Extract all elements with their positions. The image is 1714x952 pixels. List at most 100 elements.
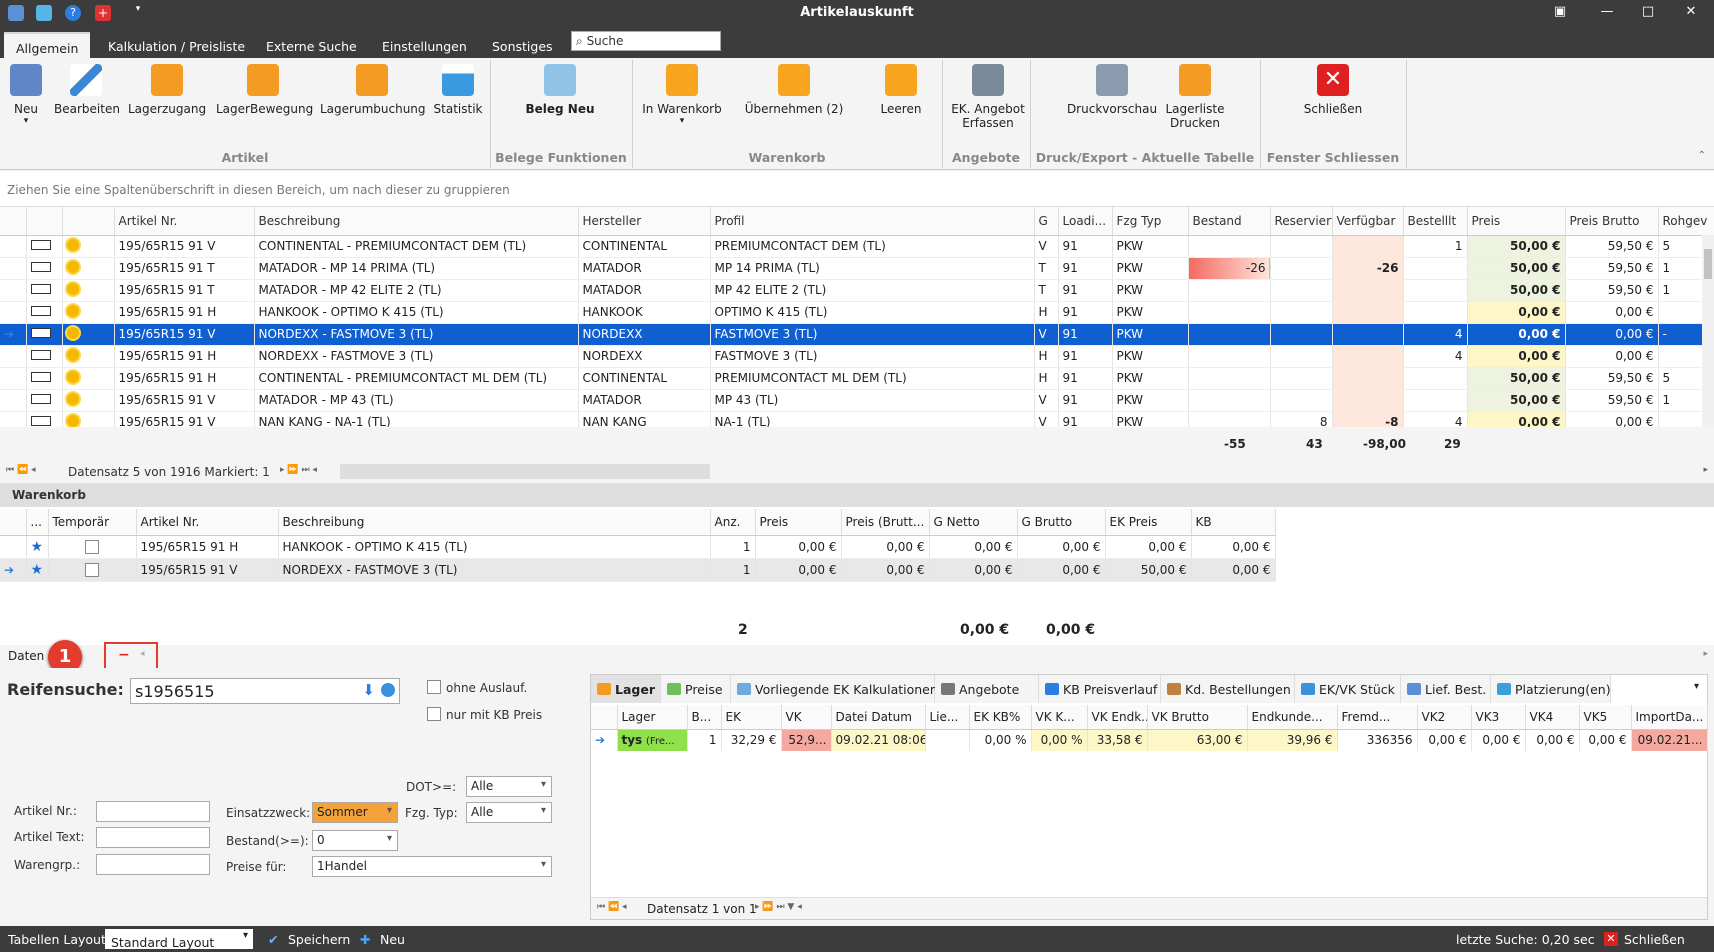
warengrp-input[interactable] [96,854,210,875]
lager-col-3[interactable]: VK [781,705,832,730]
tab-detail-2[interactable]: Vorliegende EK Kalkulationen [731,675,938,703]
lagerbewegung-button[interactable]: LagerBewegung [216,64,313,116]
table-row[interactable]: 195/65R15 91 V MATADOR - MP 43 (TL) MATADO… [0,389,1714,412]
edit-button[interactable]: Bearbeiten [54,64,120,116]
tab-detail-8[interactable]: Platzierung(en) [1491,675,1611,703]
new-button[interactable]: Neu ▾ [8,64,44,126]
statistik-button[interactable]: Statistik [432,64,484,116]
lager-col-1[interactable]: B... [687,705,722,730]
lager-col-11[interactable]: Fremd... [1337,705,1418,730]
wk-col-g-brutto[interactable]: G Brutto [1017,509,1106,536]
tab-detail-7[interactable]: Lief. Best. [1401,675,1491,703]
save-layout-button[interactable]: Speichern [288,932,350,947]
in-warenkorb-button[interactable]: In Warenkorb ▾ [642,64,722,126]
status-close-button[interactable]: Schließen [1624,932,1685,947]
col-artikel-nr[interactable]: Artikel Nr. [114,207,255,236]
row-checkbox[interactable] [26,279,63,302]
restore-layout-icon[interactable]: ▣ [1550,4,1570,19]
row-checkbox[interactable] [26,411,63,427]
tab-detail-0[interactable]: Lager [591,675,661,703]
row-checkbox[interactable] [26,389,63,412]
lagerumbuchung-button[interactable]: Lagerumbuchung [320,64,426,116]
globe-icon[interactable] [381,683,395,697]
table-row[interactable]: 195/65R15 91 H CONTINENTAL - PREMIUMCONTA… [0,367,1714,390]
col-preis-brutto[interactable]: Preis Brutto [1565,207,1659,236]
lager-col-15[interactable]: VK5 [1579,705,1632,730]
nur-kb-checkbox[interactable] [427,707,441,721]
table-row[interactable]: ➔ 195/65R15 91 V NORDEXX - FASTMOVE 3 (TL)… [0,323,1714,346]
table-row[interactable]: 195/65R15 91 H NORDEXX - FASTMOVE 3 (TL) N… [0,345,1714,368]
lager-col-4[interactable]: Datei Datum [831,705,926,730]
table-row[interactable]: 195/65R15 91 V CONTINENTAL - PREMIUMCONTA… [0,235,1714,258]
wk-col-temporaer[interactable]: Temporär [48,509,137,536]
row-checkbox[interactable] [26,235,63,258]
lager-col-12[interactable]: VK2 [1417,705,1472,730]
lager-col-7[interactable]: VK K... [1031,705,1088,730]
ek-angebot-button[interactable]: EK. Angebot Erfassen [948,64,1028,130]
maximize-icon[interactable]: □ [1638,4,1658,19]
preise-select[interactable]: 1Handel [312,856,552,877]
lager-col-9[interactable]: VK Brutto [1147,705,1248,730]
group-by-hint[interactable]: Ziehen Sie eine Spaltenüberschrift in di… [0,171,1714,207]
reifensuche-input[interactable]: s1956515 ⬇ [130,678,400,704]
minimize-icon[interactable]: — [1597,4,1617,19]
temporaer-checkbox[interactable] [48,558,137,582]
einsatz-select[interactable]: Sommer [312,802,398,823]
col-bestand[interactable]: Bestand [1188,207,1271,236]
collapse-ribbon-icon[interactable]: ⌃ [1698,150,1706,161]
wk-col-artikel-nr[interactable]: Artikel Nr. [136,509,279,536]
row-checkbox[interactable] [26,301,63,324]
table-row[interactable]: 195/65R15 91 T MATADOR - MP 14 PRIMA (TL)… [0,257,1714,280]
col-rohgewinn[interactable]: Rohgev [1658,207,1714,236]
horizontal-scrollbar[interactable] [340,464,710,479]
row-checkbox[interactable] [26,345,63,368]
table-row[interactable]: ➔ ★ 195/65R15 91 V NORDEXX - FASTMOVE 3 (TL… [0,558,1276,582]
tab-sonstiges[interactable]: Sonstiges [480,32,565,58]
tab-detail-1[interactable]: Preise [661,675,731,703]
artikeltext-input[interactable] [96,827,210,848]
nav-first-prev-icon[interactable]: ⏮ ⏪ ◂ [6,465,36,475]
close-window-icon[interactable]: ✕ [1681,4,1701,19]
ohne-auslauf-checkbox[interactable] [427,680,441,694]
tab-allgemein[interactable]: Allgemein [4,32,91,58]
col-g[interactable]: G [1034,207,1059,236]
col-reserviert[interactable]: Reserviert [1270,207,1333,236]
lager-col-6[interactable]: EK KB% [969,705,1032,730]
vertical-scrollbar[interactable] [1702,235,1714,427]
lagerzugang-button[interactable]: Lagerzugang [128,64,206,116]
lager-col-13[interactable]: VK3 [1471,705,1526,730]
lager-col-10[interactable]: Endkunde... [1247,705,1338,730]
lager-col-2[interactable]: EK [721,705,782,730]
wk-col-kb[interactable]: KB [1191,509,1276,536]
wk-col-ek-preis[interactable]: EK Preis [1105,509,1192,536]
col-profil[interactable]: Profil [710,207,1035,236]
lager-col-16[interactable]: ImportDa... [1631,705,1708,730]
col-beschreibung[interactable]: Beschreibung [254,207,579,236]
lager-nav-next-icon[interactable]: ▸ ⏩ ⏭ ▼ ◂ [755,902,802,912]
scroll-right-icon[interactable]: ▸ [1703,465,1708,475]
col-bestellt[interactable]: Bestelllt [1403,207,1468,236]
artikelnr-input[interactable] [96,801,210,822]
star-icon[interactable]: ★ [26,535,49,559]
bestand-select[interactable]: 0 [312,830,398,851]
lagerliste-drucken-button[interactable]: Lagerliste Drucken [1164,64,1226,130]
tab-detail-5[interactable]: Kd. Bestellungen [1161,675,1295,703]
dot-select[interactable]: Alle [466,776,552,797]
wk-col-preis-brutto[interactable]: Preis (Brutt... [841,509,930,536]
tab-detail-6[interactable]: EK/VK Stück [1295,675,1401,703]
schliessen-button[interactable]: ✕ Schließen [1302,64,1364,116]
wk-col-more[interactable]: ... [26,509,49,536]
leeren-button[interactable]: Leeren [876,64,926,116]
druckvorschau-button[interactable]: Druckvorschau [1066,64,1158,116]
tab-einstellungen[interactable]: Einstellungen [370,32,479,58]
layout-select[interactable]: Standard Layout ▾ [105,929,253,950]
col-loadindex[interactable]: Loadi... [1058,207,1113,236]
tab-kalkulation[interactable]: Kalkulation / Preisliste [96,32,257,58]
tab-externe-suche[interactable]: Externe Suche [254,32,369,58]
col-fzg-typ[interactable]: Fzg Typ [1112,207,1189,236]
wk-col-g-netto[interactable]: G Netto [929,509,1018,536]
lager-col-14[interactable]: VK4 [1525,705,1580,730]
star-icon[interactable]: ★ [26,558,49,582]
row-checkbox[interactable] [26,257,63,280]
lager-nav-prev-icon[interactable]: ⏮ ⏪ ◂ [597,902,627,912]
